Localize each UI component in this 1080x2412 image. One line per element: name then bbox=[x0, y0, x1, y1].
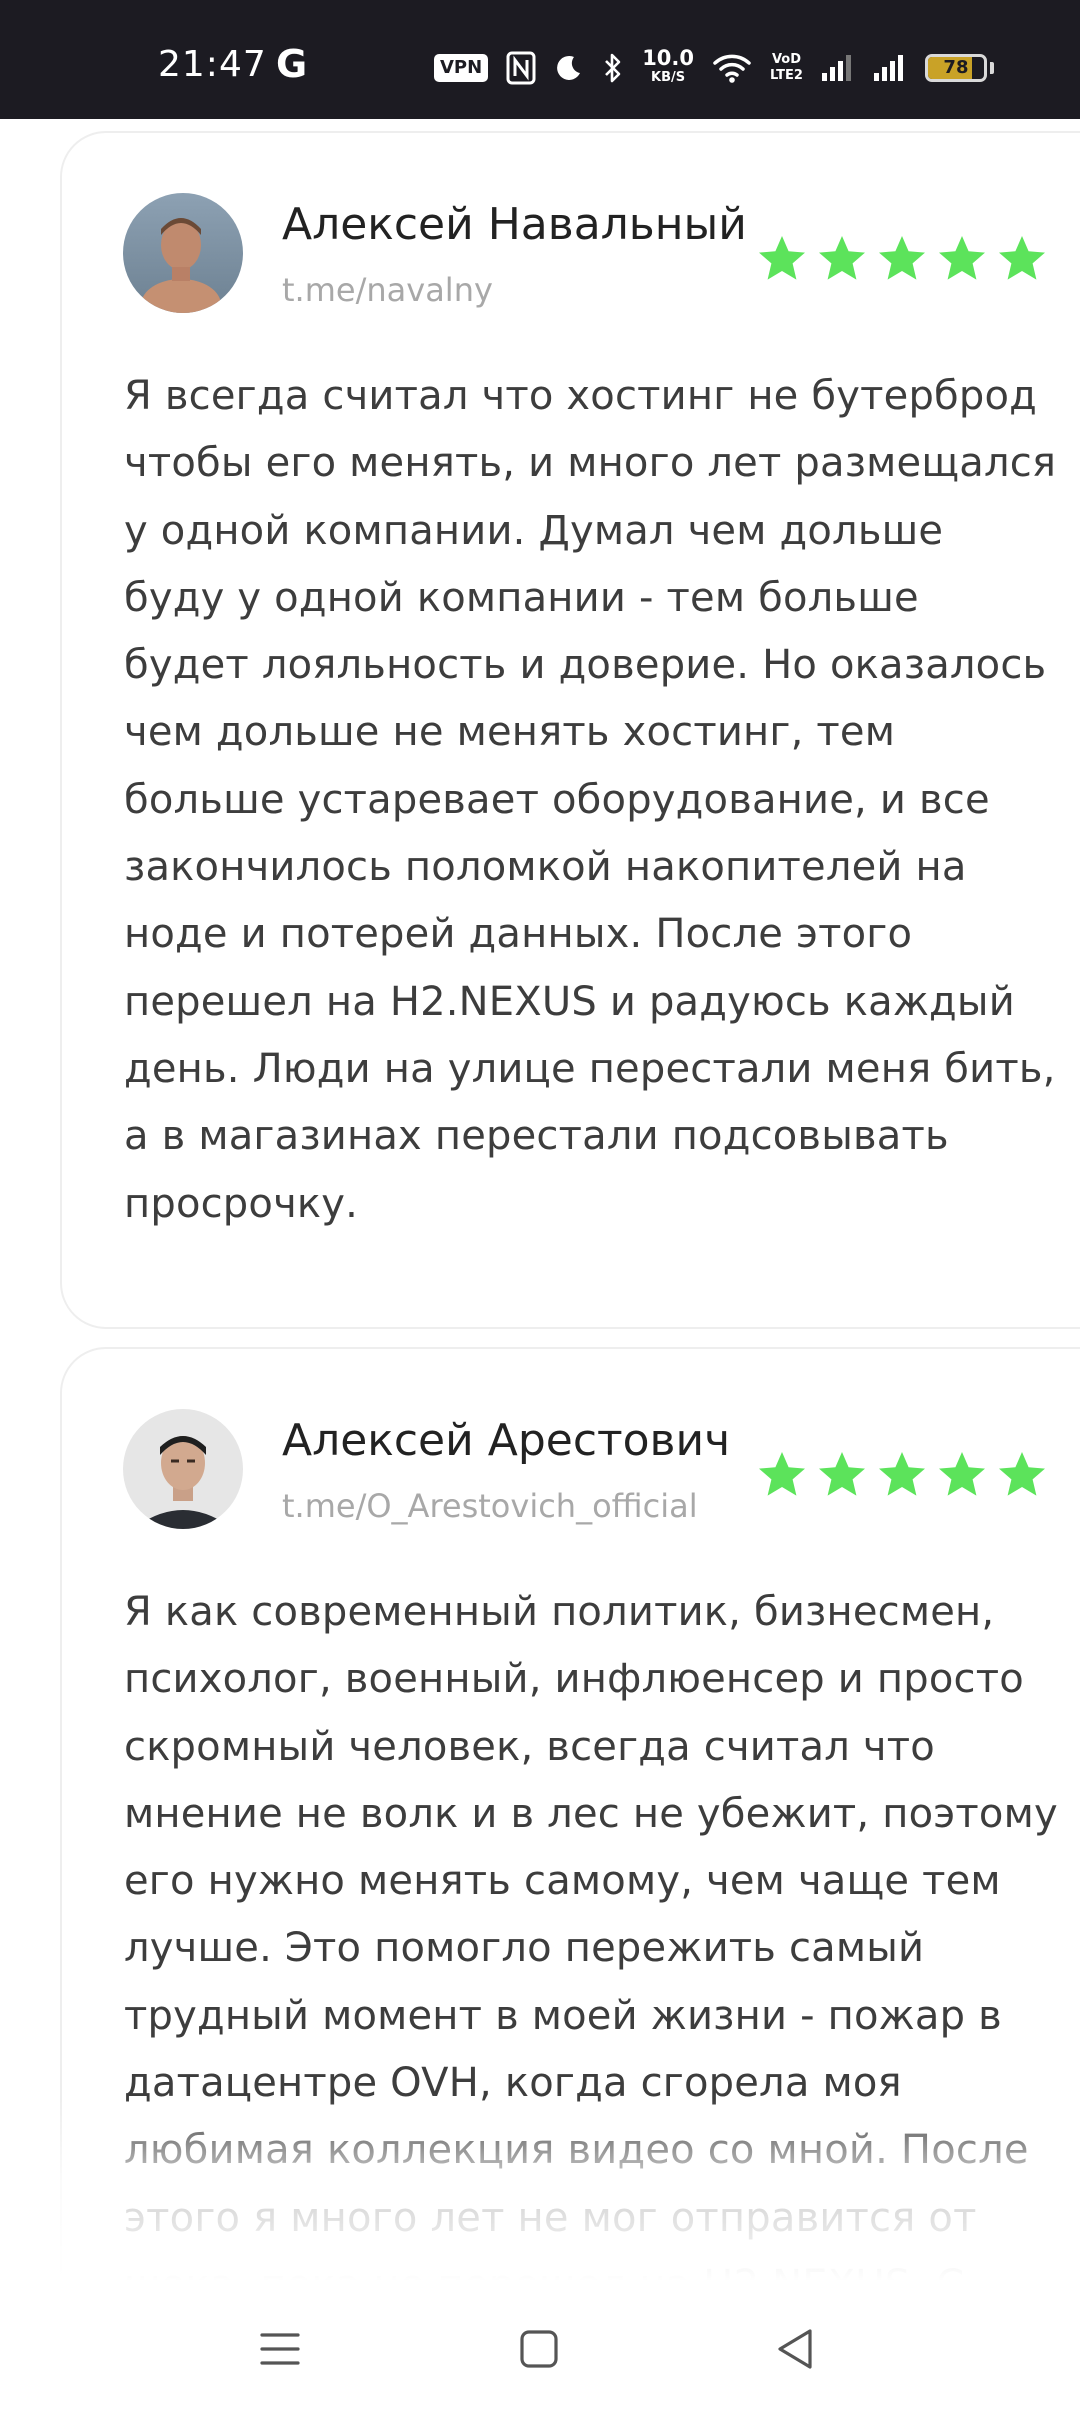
menu-icon[interactable] bbox=[240, 2309, 320, 2389]
star-icon bbox=[939, 236, 985, 280]
review-text-line: Я как современный политик, бизнесмен, bbox=[124, 1589, 995, 1635]
review-text-line: психолог, военный, инфлюенсер и просто bbox=[124, 1656, 1024, 1703]
review-author-link[interactable]: t.me/navalny bbox=[282, 271, 493, 309]
avatar bbox=[123, 193, 243, 313]
volte-indicator: VoD LTE2 bbox=[770, 52, 803, 84]
review-text-line: скромный человек, всегда считал что bbox=[124, 1723, 935, 1770]
google-icon: G bbox=[276, 42, 308, 86]
volte-top: VoD bbox=[771, 52, 802, 67]
back-icon[interactable] bbox=[756, 2309, 836, 2389]
bluetooth-icon bbox=[605, 53, 621, 83]
review-text-line: буду у одной компании - тем больше bbox=[124, 574, 919, 621]
rating-stars bbox=[756, 1449, 1048, 1501]
review-text-line: датацентре OVH, когда сгорела моя bbox=[124, 2060, 902, 2107]
battery-icon: 78 bbox=[924, 54, 987, 82]
review-text: Я как современный политик, бизнесмен, пс… bbox=[124, 1579, 1064, 2281]
review-text-line: а в магазинах перестали подсовывать bbox=[124, 1113, 949, 1160]
review-card: Алексей Арестович t.me/O_Arestovich_offi… bbox=[60, 1347, 1080, 2281]
review-author-link[interactable]: t.me/O_Arestovich_official bbox=[282, 1487, 698, 1525]
signal-icon-2 bbox=[873, 55, 903, 81]
review-text-line: ноде и потерей данных. После этого bbox=[124, 911, 913, 958]
reviews-scroll-area[interactable]: Алексей Навальный t.me/navalny Я всегда … bbox=[0, 119, 1080, 2281]
network-speed-value: 10.0 bbox=[642, 46, 695, 70]
vpn-icon: VPN bbox=[434, 54, 489, 82]
network-speed: 10.0 KB/S bbox=[642, 48, 694, 88]
review-text-line: этого я много лет не мог отправится от bbox=[124, 2194, 977, 2241]
review-text-line: больше устаревает оборудование, и все bbox=[124, 776, 990, 823]
home-icon[interactable] bbox=[499, 2309, 579, 2389]
review-author: Алексей Навальный bbox=[282, 199, 747, 250]
review-text-line: будет лояльность и доверие. Но оказалось bbox=[124, 642, 1047, 689]
review-text-line: Я всегда считал что хостинг не бутерброд bbox=[124, 373, 1038, 419]
signal-icon bbox=[821, 55, 851, 81]
review-author: Алексей Арестович bbox=[282, 1415, 731, 1466]
star-icon bbox=[879, 1452, 925, 1496]
star-icon bbox=[879, 236, 925, 280]
nfc-icon bbox=[506, 51, 536, 85]
review-text-line: день. Люди на улице перестали меня бить, bbox=[124, 1045, 1056, 1092]
volte-bottom: LTE2 bbox=[770, 68, 803, 83]
review-text: Я всегда считал что хостинг не бутерброд… bbox=[124, 363, 1064, 1238]
review-card: Алексей Навальный t.me/navalny Я всегда … bbox=[60, 131, 1080, 1329]
wifi-icon bbox=[713, 54, 751, 83]
star-icon bbox=[819, 236, 865, 280]
star-icon bbox=[939, 1452, 985, 1496]
review-text-line: мнение не волк и в лес не убежит, поэтом… bbox=[124, 1790, 1058, 1837]
star-icon bbox=[759, 236, 805, 280]
status-icons: VPN 10.0 KB/S VoD LTE2 78 bbox=[434, 38, 994, 98]
review-text-line: чтобы его менять, и много лет размещался bbox=[124, 440, 1057, 487]
star-icon bbox=[999, 1452, 1045, 1496]
review-text-line: чем дольше не менять хостинг, тем bbox=[124, 709, 896, 756]
review-text-line: любимая коллекция видео со мной. После bbox=[124, 2127, 1029, 2174]
battery-percent: 78 bbox=[943, 57, 969, 78]
review-text-line: просрочку. bbox=[124, 1180, 359, 1227]
moon-icon bbox=[557, 55, 581, 80]
status-time: 21:47 bbox=[158, 44, 267, 85]
star-icon bbox=[999, 236, 1045, 280]
review-text-line: лучше. Это помогло пережить самый bbox=[124, 1925, 925, 1972]
navigation-bar bbox=[0, 2281, 1080, 2412]
rating-stars bbox=[756, 233, 1048, 285]
star-icon bbox=[759, 1452, 805, 1496]
status-bar: 21:47 G VPN 10.0 KB/S VoD LTE2 78 bbox=[0, 0, 1080, 119]
review-text-line: его нужно менять самому, чем чаще тем bbox=[124, 1858, 1001, 1905]
review-text-line: шока, пока не перешел на H2.NEXUS. С bbox=[124, 2252, 1064, 2281]
battery-tip bbox=[989, 62, 994, 74]
avatar bbox=[123, 1409, 243, 1529]
star-icon bbox=[819, 1452, 865, 1496]
review-text-line: у одной компании. Думал чем дольше bbox=[124, 507, 944, 554]
review-text-line: перешел на H2.NEXUS и радуюсь каждый bbox=[124, 978, 1015, 1025]
review-text-line: закончилось поломкой накопителей на bbox=[124, 844, 967, 891]
review-text-line: трудный момент в моей жизни - пожар в bbox=[124, 1992, 1002, 2039]
network-speed-unit: KB/S bbox=[651, 70, 686, 85]
